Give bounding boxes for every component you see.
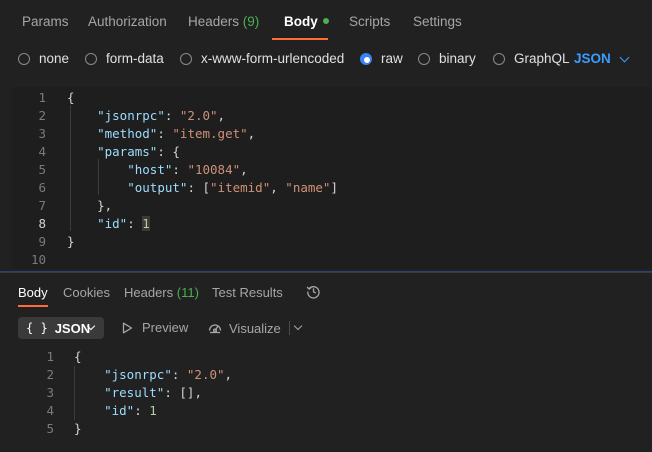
- visualize-icon: [208, 324, 222, 334]
- tab-scripts[interactable]: Scripts: [349, 14, 390, 29]
- code-text: "method": "item.get",: [97, 126, 256, 141]
- radio-label: none: [39, 51, 70, 66]
- braces-icon: { }: [26, 321, 48, 335]
- line-number: 3: [38, 126, 46, 141]
- line-number: 4: [46, 403, 54, 418]
- line-number: 2: [38, 108, 46, 123]
- radio-label: form-data: [106, 51, 164, 66]
- tab-label: Settings: [413, 14, 462, 29]
- history-icon[interactable]: [306, 284, 321, 299]
- radio-icon[interactable]: [418, 52, 430, 65]
- body-type-urlencoded[interactable]: x-www-form-urlencoded: [180, 51, 344, 66]
- pane-divider: [0, 272, 652, 273]
- request-body-editor[interactable]: 1 { 2 "jsonrpc": "2.0", 3 "method": "item…: [12, 87, 652, 269]
- tab-label: Test Results: [212, 285, 283, 300]
- line-number: 3: [46, 385, 54, 400]
- code-text: "host": "10084",: [127, 162, 248, 177]
- response-tab-body[interactable]: Body: [18, 285, 48, 300]
- tab-label: Authorization: [88, 14, 167, 29]
- code-text: },: [67, 198, 113, 213]
- tab-label: Params: [22, 14, 69, 29]
- code-text: "output": ["itemid", "name"]: [127, 180, 338, 195]
- response-tab-test-results[interactable]: Test Results: [212, 285, 283, 300]
- radio-icon[interactable]: [360, 52, 372, 65]
- code-text: }: [67, 234, 75, 249]
- radio-icon[interactable]: [180, 52, 192, 65]
- radio-label: GraphQL: [514, 51, 570, 66]
- response-format-button[interactable]: { } JSON: [18, 317, 104, 339]
- response-tab-cookies[interactable]: Cookies: [63, 285, 110, 300]
- code-text: }: [74, 421, 82, 436]
- radio-label: binary: [439, 51, 476, 66]
- code-text: "id": 1: [97, 216, 150, 231]
- line-number: 5: [46, 421, 54, 436]
- active-tab-indicator: [272, 38, 328, 40]
- body-type-graphql[interactable]: GraphQL: [493, 51, 570, 66]
- line-number: 1: [38, 90, 46, 105]
- line-number: 1: [46, 349, 54, 364]
- toolbar-divider: [289, 321, 290, 335]
- tab-params[interactable]: Params: [22, 14, 69, 29]
- tab-label: Scripts: [349, 14, 391, 29]
- tab-count: (9): [242, 14, 260, 29]
- tab-label: Cookies: [63, 285, 110, 300]
- format-label: JSON: [54, 320, 91, 336]
- code-text: "params": {: [97, 144, 180, 159]
- code-text: {: [67, 90, 75, 105]
- radio-icon[interactable]: [18, 52, 30, 65]
- radio-icon[interactable]: [493, 52, 505, 65]
- visualize-button[interactable]: Visualize: [207, 320, 281, 336]
- tab-body[interactable]: Body: [284, 14, 329, 29]
- body-type-none[interactable]: none: [18, 51, 69, 66]
- raw-format-select[interactable]: JSON: [574, 51, 611, 66]
- line-number: 4: [38, 144, 46, 159]
- tab-settings[interactable]: Settings: [413, 14, 462, 29]
- code-text: "jsonrpc": "2.0",: [97, 108, 226, 123]
- request-tabs: Params Authorization Headers (9) Body Sc…: [0, 0, 652, 40]
- preview-label: Preview: [142, 320, 189, 335]
- tab-label: Body: [18, 285, 48, 300]
- tab-label: Headers: [124, 285, 174, 300]
- code-text: "id": 1: [104, 403, 157, 418]
- line-number: 9: [38, 234, 46, 249]
- preview-button[interactable]: Preview: [122, 320, 188, 335]
- line-number: 8: [38, 216, 46, 231]
- line-number: 7: [38, 198, 46, 213]
- tab-count: (11): [176, 285, 199, 300]
- body-type-selector: none form-data x-www-form-urlencoded raw…: [0, 46, 652, 74]
- body-type-form-data[interactable]: form-data: [85, 51, 164, 66]
- tab-label: Headers: [188, 14, 240, 29]
- body-type-binary[interactable]: binary: [418, 51, 476, 66]
- response-body-viewer: 1 { 2 "jsonrpc": "2.0", 3 "result": [], 4…: [0, 348, 652, 448]
- radio-icon[interactable]: [85, 52, 97, 65]
- chevron-down-icon[interactable]: [293, 321, 303, 331]
- visualize-label: Visualize: [229, 320, 281, 336]
- tab-label: Body: [284, 14, 318, 29]
- code-text: {: [74, 349, 82, 364]
- response-tab-headers[interactable]: Headers (11): [124, 285, 199, 300]
- line-number: 5: [38, 162, 46, 177]
- modified-dot-icon: [322, 18, 329, 24]
- line-number: 6: [38, 180, 46, 195]
- play-icon: [122, 322, 133, 333]
- radio-label: raw: [381, 51, 403, 66]
- active-tab-indicator: [18, 305, 48, 307]
- line-number: 2: [46, 367, 54, 382]
- body-type-raw[interactable]: raw: [360, 51, 403, 66]
- tab-headers[interactable]: Headers (9): [188, 14, 259, 29]
- tab-authorization[interactable]: Authorization: [88, 14, 167, 29]
- line-number: 10: [30, 252, 46, 267]
- code-text: "result": [],: [104, 385, 202, 400]
- radio-label: x-www-form-urlencoded: [201, 51, 345, 66]
- code-text: "jsonrpc": "2.0",: [104, 367, 233, 382]
